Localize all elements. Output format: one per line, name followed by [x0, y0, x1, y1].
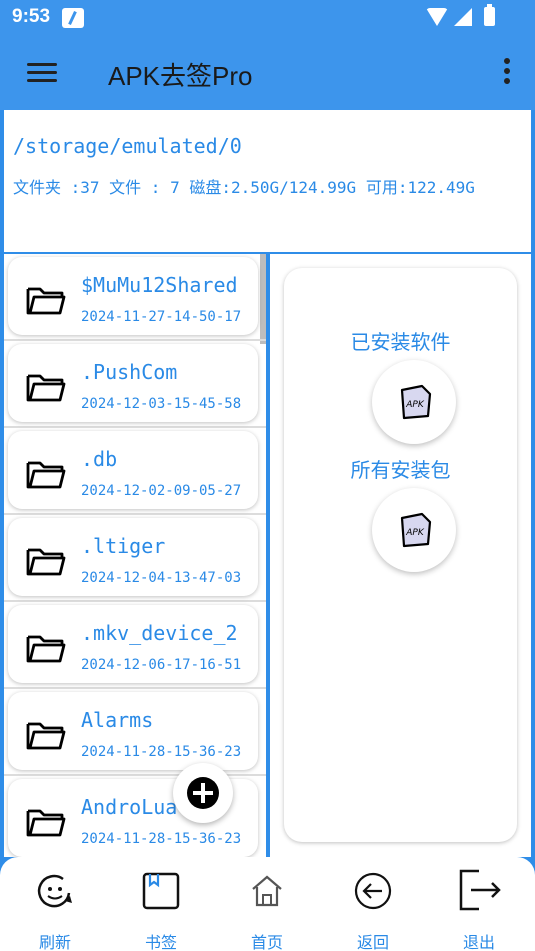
folder-name: .ltiger: [81, 534, 166, 558]
wifi-icon: [426, 7, 448, 26]
folder-date: 2024-12-06-17-16-51: [81, 657, 242, 673]
nav-label: 首页: [250, 933, 283, 951]
menu-icon[interactable]: [27, 63, 57, 83]
folder-date: 2024-12-02-09-05-27: [81, 483, 242, 499]
bottom-nav: 刷新 书签 首页 返回 退出: [0, 857, 535, 951]
nav-bookmark[interactable]: 书签: [121, 867, 201, 951]
nav-label: 书签: [144, 933, 177, 951]
folder-icon: [26, 548, 66, 576]
list-item[interactable]: $MuMu12Shared 2024-11-27-14-50-17: [4, 254, 266, 341]
nav-label: 退出: [462, 933, 495, 951]
folder-name: Alarms: [81, 708, 154, 732]
folder-icon: [26, 722, 66, 750]
nav-back[interactable]: 返回: [333, 867, 413, 951]
folder-icon: [26, 287, 66, 315]
refresh-icon: [37, 874, 72, 908]
folder-icon: [26, 461, 66, 489]
note-icon: [62, 8, 84, 28]
folder-date: 2024-11-27-14-50-17: [81, 309, 242, 325]
folder-name: AndroLua: [81, 795, 178, 819]
back-icon: [354, 872, 392, 910]
folder-icon: [26, 809, 66, 837]
home-icon: [252, 875, 282, 907]
file-card[interactable]: .PushCom 2024-12-03-15-45-58: [8, 344, 258, 422]
folder-name: .db: [81, 447, 118, 471]
app-title: APK去签Pro: [108, 61, 253, 91]
status-time: 9:53: [12, 6, 51, 27]
apk-panel-card: 已安装软件 APK 所有安装包 APK: [284, 268, 517, 842]
nav-refresh[interactable]: 刷新: [15, 867, 95, 951]
current-path: /storage/emulated/0: [13, 134, 242, 158]
folder-date: 2024-12-04-13-47-03: [81, 570, 242, 586]
more-options-icon[interactable]: [503, 58, 511, 86]
all-packages-button[interactable]: APK: [372, 488, 456, 572]
list-item[interactable]: .mkv_device_2 2024-12-06-17-16-51: [4, 602, 266, 689]
folder-date: 2024-12-03-15-45-58: [81, 396, 242, 412]
file-card[interactable]: .ltiger 2024-12-04-13-47-03: [8, 518, 258, 596]
exit-icon: [459, 869, 501, 911]
nav-label: 返回: [356, 933, 389, 951]
file-card[interactable]: .mkv_device_2 2024-12-06-17-16-51: [8, 605, 258, 683]
file-list[interactable]: $MuMu12Shared 2024-11-27-14-50-17 .PushC…: [4, 254, 266, 857]
status-icons: [426, 4, 495, 26]
file-card[interactable]: $MuMu12Shared 2024-11-27-14-50-17: [8, 257, 258, 335]
nav-exit[interactable]: 退出: [439, 867, 519, 951]
apk-icon: APK: [400, 512, 432, 548]
folder-date: 2024-11-28-15-36-23: [81, 744, 242, 760]
folder-name: $MuMu12Shared: [81, 273, 238, 297]
file-card[interactable]: .db 2024-12-02-09-05-27: [8, 431, 258, 509]
file-card[interactable]: Alarms 2024-11-28-15-36-23: [8, 692, 258, 770]
battery-icon: [484, 4, 495, 26]
folder-icon: [26, 374, 66, 402]
storage-info: 文件夹 :37 文件 : 7 磁盘:2.50G/124.99G 可用:122.4…: [13, 178, 475, 197]
list-item[interactable]: .PushCom 2024-12-03-15-45-58: [4, 341, 266, 428]
installed-apps-label[interactable]: 已安装软件: [284, 326, 517, 355]
folder-name: .PushCom: [81, 360, 178, 384]
path-card: /storage/emulated/0 文件夹 :37 文件 : 7 磁盘:2.…: [4, 110, 531, 252]
list-item[interactable]: .ltiger 2024-12-04-13-47-03: [4, 515, 266, 602]
signal-icon: [454, 7, 472, 26]
app-bar: APK去签Pro: [0, 36, 535, 110]
folder-icon: [26, 635, 66, 663]
right-panel: 已安装软件 APK 所有安装包 APK: [270, 254, 531, 857]
folder-date: 2024-11-28-15-36-23: [81, 831, 242, 847]
list-item[interactable]: .db 2024-12-02-09-05-27: [4, 428, 266, 515]
all-packages-label[interactable]: 所有安装包: [284, 454, 517, 483]
plus-icon: [187, 777, 219, 809]
nav-home[interactable]: 首页: [227, 867, 307, 951]
list-item[interactable]: Alarms 2024-11-28-15-36-23: [4, 689, 266, 776]
apk-icon: APK: [400, 384, 432, 420]
bookmark-icon: [142, 872, 180, 910]
folder-name: .mkv_device_2: [81, 621, 238, 645]
installed-apps-button[interactable]: APK: [372, 360, 456, 444]
svg-text:APK: APK: [405, 528, 425, 538]
nav-label: 刷新: [38, 933, 71, 951]
add-button[interactable]: [173, 763, 233, 823]
status-bar: 9:53: [0, 0, 535, 36]
svg-text:APK: APK: [405, 400, 425, 410]
